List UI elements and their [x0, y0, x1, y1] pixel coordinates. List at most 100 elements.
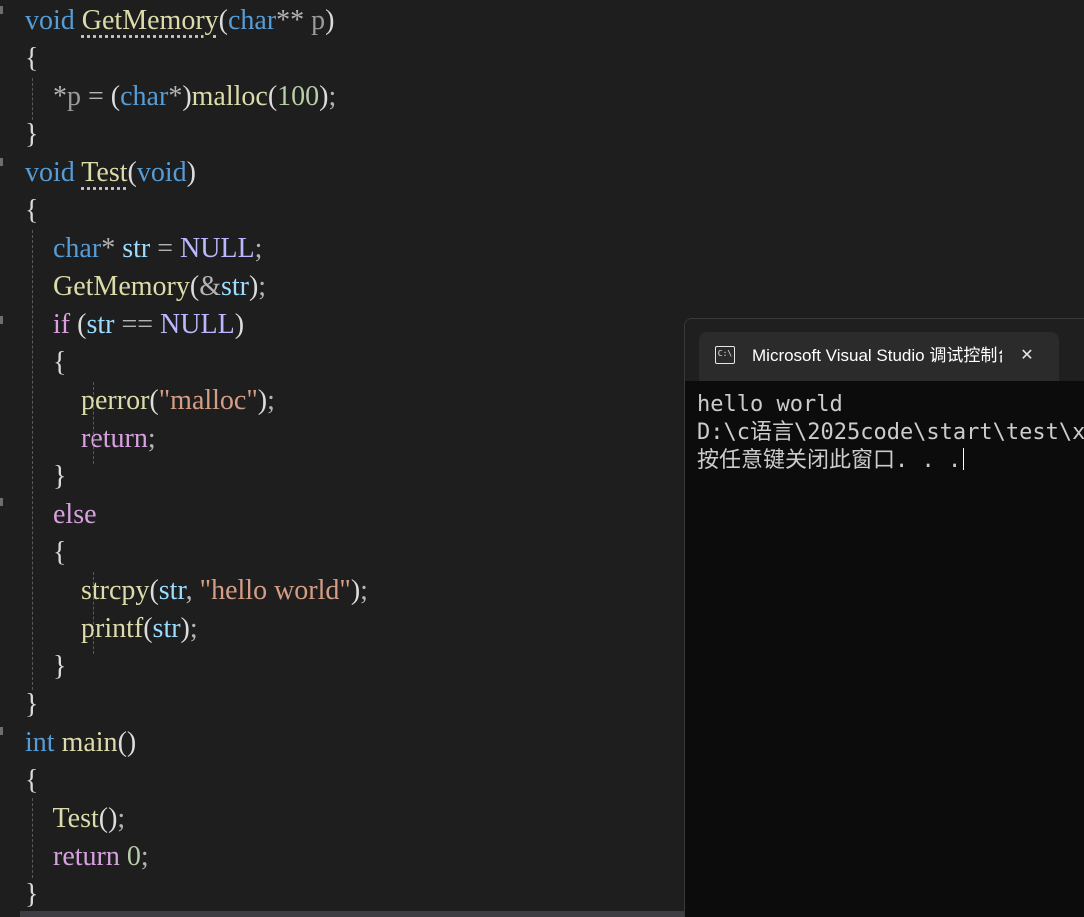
horizontal-scrollbar[interactable] — [20, 911, 690, 917]
code-token: GetMemory — [81, 5, 219, 36]
code-token: ; — [360, 575, 368, 606]
code-token: char — [227, 5, 277, 36]
code-token: () — [98, 803, 118, 834]
code-token: { — [25, 195, 39, 226]
code-line: Test(); — [25, 800, 126, 838]
code-token: ) — [319, 81, 329, 112]
code-line: int main() — [25, 724, 136, 762]
code-line: } — [25, 686, 38, 724]
code-token: * — [168, 81, 183, 112]
code-token: ) — [186, 157, 196, 188]
code-token: NULL — [160, 309, 235, 340]
code-token: } — [53, 651, 67, 682]
code-token: str — [152, 613, 181, 644]
code-token: int — [25, 727, 55, 758]
code-token: strcpy — [81, 575, 150, 606]
terminal-icon: C:\ — [715, 346, 735, 364]
code-token: void — [136, 157, 187, 188]
console-tab[interactable]: C:\ Microsoft Visual Studio 调试控制台 ✕ — [699, 332, 1059, 381]
code-token: 0 — [126, 841, 141, 872]
code-token: & — [199, 271, 221, 302]
code-token: "malloc" — [158, 385, 258, 416]
close-icon[interactable]: ✕ — [1015, 343, 1039, 367]
code-line: { — [25, 192, 38, 230]
code-token: ; — [258, 271, 267, 302]
code-token: ; — [328, 81, 337, 112]
code-token: ; — [117, 803, 126, 834]
code-token: ** — [276, 5, 312, 36]
code-token: GetMemory — [53, 271, 190, 302]
code-token: str — [122, 233, 151, 264]
code-token: NULL — [179, 233, 255, 264]
text-cursor — [963, 448, 965, 470]
fold-marker[interactable] — [0, 6, 3, 14]
code-token: printf — [81, 613, 144, 644]
indent-guide — [32, 798, 33, 878]
code-line: return 0; — [25, 838, 149, 876]
code-line: } — [25, 876, 38, 914]
code-token: ) — [257, 385, 268, 416]
code-token: p — [311, 5, 326, 36]
fold-marker[interactable] — [0, 498, 3, 506]
code-token: perror — [81, 385, 150, 416]
code-token: ; — [189, 613, 198, 644]
code-token: = — [81, 81, 111, 112]
code-line: } — [25, 116, 38, 154]
code-line: return; — [25, 420, 156, 458]
indent-guide — [32, 78, 33, 120]
fold-marker[interactable] — [0, 158, 3, 166]
code-token: p — [67, 81, 81, 112]
code-token: { — [53, 347, 67, 378]
code-token: main — [61, 727, 118, 758]
console-output[interactable]: hello world D:\c语言\2025code\start\test\x… — [685, 381, 1084, 917]
code-token: if — [53, 309, 71, 340]
code-token: * — [53, 81, 67, 112]
code-token: else — [53, 499, 97, 530]
code-token: * — [101, 233, 123, 264]
code-line: GetMemory(&str); — [25, 268, 266, 306]
fold-marker[interactable] — [0, 727, 3, 735]
screen: void GetMemory(char** p){ *p = (char*)ma… — [0, 0, 1084, 917]
code-token: == — [114, 309, 161, 340]
code-token: str — [220, 271, 249, 302]
code-token: malloc — [191, 81, 268, 112]
code-token: ; — [267, 385, 275, 416]
code-token: "hello world" — [199, 575, 351, 606]
code-line: void GetMemory(char** p) — [25, 2, 334, 40]
debug-console-window[interactable]: C:\ Microsoft Visual Studio 调试控制台 ✕ hell… — [684, 318, 1084, 917]
code-token: { — [25, 43, 39, 74]
code-token: ( — [189, 271, 200, 302]
console-line: 按任意键关闭此窗口. . . — [697, 447, 965, 475]
fold-marker[interactable] — [0, 316, 3, 324]
console-tab-strip: C:\ Microsoft Visual Studio 调试控制台 ✕ — [685, 319, 1084, 381]
code-line: perror("malloc"); — [25, 382, 275, 420]
code-token: char — [53, 233, 102, 264]
code-line: void Test(void) — [25, 154, 196, 192]
code-token: ( — [149, 575, 159, 606]
code-token: } — [25, 119, 39, 150]
code-token: char — [120, 81, 169, 112]
code-token: ( — [110, 81, 121, 112]
code-token: ( — [149, 385, 159, 416]
console-line: hello world — [697, 391, 843, 419]
code-token: } — [53, 461, 67, 492]
code-line: strcpy(str, "hello world"); — [25, 572, 368, 610]
code-token: void — [25, 5, 75, 36]
code-token: str — [158, 575, 186, 606]
code-token: ; — [140, 841, 149, 872]
code-token: void — [25, 157, 75, 188]
code-token: { — [25, 765, 39, 796]
console-line-text: D:\c语言\2025code\start\test\x64\Debug\tes… — [697, 420, 1084, 445]
code-token: Test — [52, 803, 99, 834]
